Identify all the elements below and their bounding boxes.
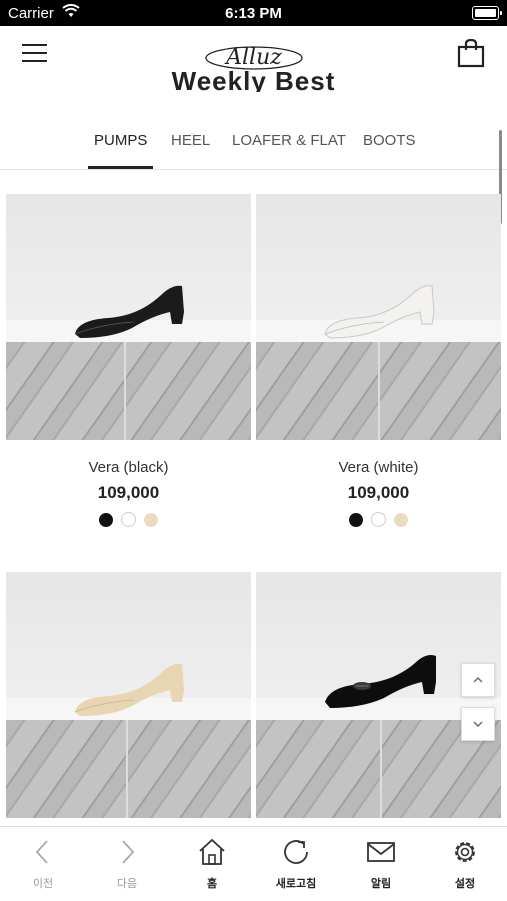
swatch-black[interactable]: [348, 512, 363, 527]
swatch-white[interactable]: [121, 512, 136, 528]
active-tab-indicator: [88, 166, 153, 169]
pedestal-edge: [378, 342, 380, 440]
chevron-up-icon: [473, 677, 483, 683]
tab-heel[interactable]: HEEL: [171, 132, 210, 149]
mail-icon: [367, 842, 395, 862]
swatch-beige[interactable]: [144, 512, 159, 527]
home-icon: [199, 838, 225, 865]
clock: 6:13 PM: [225, 5, 282, 22]
product-card[interactable]: Vera (black) 109,000: [6, 194, 251, 528]
shoe-image: [74, 663, 184, 716]
nav-settings-label: 설정: [454, 878, 476, 890]
nav-forward-label: 다음: [116, 878, 138, 890]
pedestal-edge: [380, 720, 382, 818]
refresh-icon: [284, 840, 308, 864]
pedestal-edge: [126, 720, 128, 818]
product-card[interactable]: Vera (white) 109,000: [256, 194, 501, 528]
product-name[interactable]: Vera (black): [6, 459, 251, 476]
nav-notifications-label: 알림: [370, 878, 392, 890]
nav-refresh[interactable]: 새로고침: [266, 837, 326, 891]
marble-pedestal: [6, 720, 251, 818]
color-swatches: [6, 511, 251, 528]
nav-notifications[interactable]: 알림: [351, 837, 411, 891]
color-swatches: [256, 511, 501, 528]
nav-back[interactable]: 이전: [13, 837, 73, 891]
nav-refresh-label: 새로고침: [275, 878, 317, 890]
section-title: Weekly Best: [171, 66, 336, 92]
nav-settings[interactable]: 설정: [435, 837, 495, 891]
battery-icon: [472, 6, 502, 20]
shoe-image: [325, 655, 436, 708]
swatch-white[interactable]: [371, 512, 386, 528]
nav-home[interactable]: 홈: [182, 837, 242, 891]
product-name[interactable]: Vera (white): [256, 459, 501, 476]
tab-boots[interactable]: BOOTS: [363, 132, 416, 149]
shoe-image: [324, 285, 435, 339]
hamburger-menu-button[interactable]: [22, 42, 48, 64]
swatch-beige[interactable]: [394, 512, 409, 527]
product-image[interactable]: [256, 194, 501, 440]
tab-loafer-flat[interactable]: LOAFER & FLAT: [232, 132, 346, 149]
scroll-up-button[interactable]: [461, 663, 495, 697]
scroll-down-button[interactable]: [461, 707, 495, 741]
settings-gear-icon: [455, 842, 475, 862]
product-image[interactable]: [6, 572, 251, 818]
bottom-navigation: 이전 다음 홈 새로고침 알림 설정: [0, 826, 507, 901]
pedestal-edge: [124, 342, 126, 440]
product-image[interactable]: [6, 194, 251, 440]
tab-pumps[interactable]: PUMPS: [94, 132, 147, 149]
product-card[interactable]: [6, 572, 251, 818]
marble-pedestal: [6, 342, 251, 440]
swatch-black[interactable]: [98, 512, 113, 527]
category-tabs: PUMPS HEEL LOAFER & FLAT BOOTS: [0, 118, 507, 170]
nav-forward[interactable]: 다음: [97, 837, 157, 891]
product-price: 109,000: [97, 483, 160, 502]
shoe-image: [74, 285, 184, 338]
back-arrow-icon: [35, 840, 48, 864]
forward-arrow-icon: [122, 840, 135, 864]
nav-back-label: 이전: [32, 878, 54, 890]
status-bar: Carrier 6:13 PM: [0, 0, 507, 26]
product-price: 109,000: [347, 483, 410, 502]
nav-home-label: 홈: [206, 878, 218, 890]
chevron-down-icon: [473, 721, 483, 727]
